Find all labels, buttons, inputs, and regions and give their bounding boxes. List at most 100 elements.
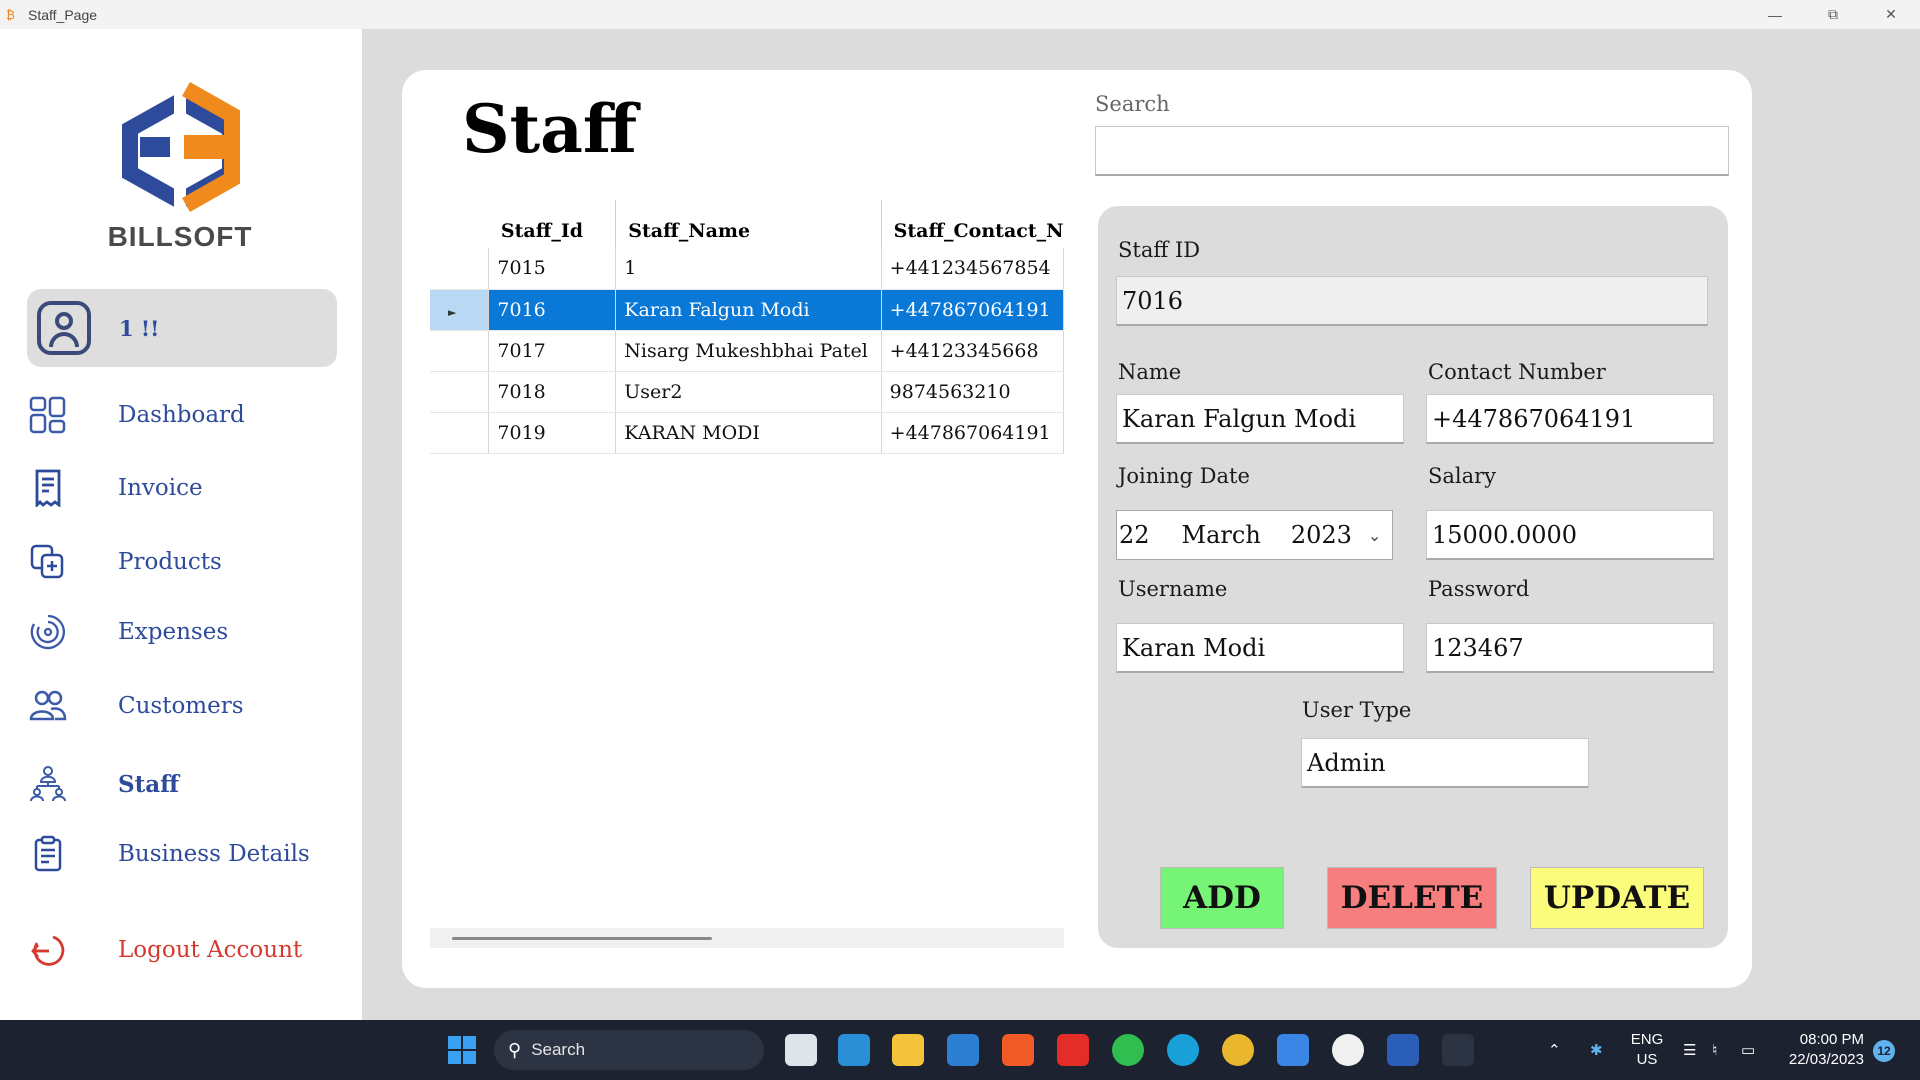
cell-staff-id[interactable]: 7016 bbox=[488, 289, 617, 331]
cell-staff-contact[interactable]: +44123345668 bbox=[881, 330, 1064, 372]
chrome-icon[interactable] bbox=[1222, 1034, 1254, 1066]
sidebar-item-products[interactable]: Products bbox=[28, 540, 222, 584]
table-row[interactable]: 7015 1 +441234567854 bbox=[430, 248, 1064, 290]
row-header-corner bbox=[430, 200, 489, 248]
row-header[interactable] bbox=[430, 412, 490, 454]
youtube-icon[interactable] bbox=[1057, 1034, 1089, 1066]
vscode-icon[interactable] bbox=[947, 1034, 979, 1066]
windows-start-icon[interactable] bbox=[448, 1036, 476, 1064]
minimize-button[interactable]: — bbox=[1746, 0, 1804, 29]
search-input[interactable] bbox=[1095, 126, 1729, 176]
taskbar-search-label: Search bbox=[531, 1040, 586, 1059]
row-header[interactable] bbox=[430, 330, 490, 372]
table-row[interactable]: 7018 User2 9874563210 bbox=[430, 371, 1064, 413]
horizontal-scrollbar[interactable] bbox=[430, 928, 1064, 948]
cell-staff-name[interactable]: 1 bbox=[615, 248, 882, 290]
file-explorer-icon[interactable] bbox=[892, 1034, 924, 1066]
logout-button[interactable]: Logout Account bbox=[28, 928, 302, 972]
chevron-down-icon[interactable]: ⌄ bbox=[1368, 526, 1381, 545]
notification-badge[interactable]: 12 bbox=[1873, 1040, 1895, 1062]
cell-staff-contact[interactable]: 9874563210 bbox=[881, 371, 1064, 413]
table-row[interactable]: ► 7016 Karan Falgun Modi +447867064191 bbox=[430, 289, 1064, 331]
bluetooth-icon[interactable]: ✱ bbox=[1590, 1020, 1603, 1080]
row-header[interactable] bbox=[430, 371, 490, 413]
contact-number-field[interactable]: +447867064191 bbox=[1426, 394, 1714, 444]
column-header-staff-contact[interactable]: Staff_Contact_N bbox=[881, 200, 1064, 248]
cell-staff-id[interactable]: 7019 bbox=[488, 412, 617, 454]
staff-icon bbox=[28, 764, 68, 804]
sidebar-item-label: Dashboard bbox=[118, 402, 245, 428]
cell-staff-name[interactable]: Karan Falgun Modi bbox=[615, 289, 882, 331]
row-header[interactable]: ► bbox=[430, 289, 490, 331]
sidebar-item-dashboard[interactable]: Dashboard bbox=[28, 393, 245, 437]
cell-staff-contact[interactable]: +447867064191 bbox=[881, 289, 1064, 331]
delete-button[interactable]: DELETE bbox=[1327, 867, 1497, 929]
joining-date-picker[interactable]: 22 March 2023 ⌄ bbox=[1116, 510, 1393, 560]
whatsapp-icon[interactable] bbox=[1112, 1034, 1144, 1066]
cell-staff-id[interactable]: 7018 bbox=[488, 371, 617, 413]
user-name: 1 !! bbox=[119, 315, 160, 341]
cell-staff-name[interactable]: KARAN MODI bbox=[615, 412, 882, 454]
username-field[interactable]: Karan Modi bbox=[1116, 623, 1404, 673]
show-hidden-icons-chevron-icon[interactable]: ⌃ bbox=[1548, 1020, 1561, 1080]
add-button[interactable]: ADD bbox=[1160, 867, 1284, 929]
sidebar-item-expenses[interactable]: Expenses bbox=[28, 610, 228, 654]
main-card: Staff Search Staff_Id Staff_Name Staff_C… bbox=[402, 70, 1752, 988]
sidebar-item-invoice[interactable]: Invoice bbox=[28, 466, 203, 510]
staff-grid[interactable]: Staff_Id Staff_Name Staff_Contact_N 7015… bbox=[430, 200, 1064, 720]
close-button[interactable]: ✕ bbox=[1862, 0, 1920, 29]
sidebar-item-business-details[interactable]: Business Details bbox=[28, 832, 310, 876]
sidebar-item-staff[interactable]: Staff bbox=[28, 762, 179, 806]
password-label: Password bbox=[1428, 577, 1530, 601]
restore-button[interactable]: ⧉ bbox=[1804, 0, 1862, 29]
edge-browser-icon[interactable] bbox=[1167, 1034, 1199, 1066]
time-text: 08:00 PM bbox=[1799, 1031, 1864, 1048]
wifi-icon[interactable]: ☰ bbox=[1683, 1020, 1696, 1080]
staff-id-label: Staff ID bbox=[1118, 238, 1201, 262]
cell-staff-contact[interactable]: +447867064191 bbox=[881, 412, 1064, 454]
cell-staff-id[interactable]: 7015 bbox=[488, 248, 617, 290]
cell-staff-name[interactable]: Nisarg Mukeshbhai Patel bbox=[615, 330, 882, 372]
scrollbar-thumb[interactable] bbox=[452, 937, 712, 940]
joining-year[interactable]: 2023 bbox=[1291, 521, 1352, 549]
expenses-icon bbox=[28, 612, 68, 652]
cell-staff-contact[interactable]: +441234567854 bbox=[881, 248, 1064, 290]
user-type-field[interactable]: Admin bbox=[1301, 738, 1589, 788]
task-view-icon[interactable] bbox=[785, 1034, 817, 1066]
battery-icon[interactable]: ▭ bbox=[1741, 1020, 1755, 1080]
table-row[interactable]: 7019 KARAN MODI +447867064191 bbox=[430, 412, 1064, 454]
brave-browser-icon[interactable] bbox=[1002, 1034, 1034, 1066]
cell-staff-id[interactable]: 7017 bbox=[488, 330, 617, 372]
todo-icon[interactable] bbox=[1277, 1034, 1309, 1066]
word-icon[interactable] bbox=[1387, 1034, 1419, 1066]
date-text: 22/03/2023 bbox=[1788, 1051, 1864, 1068]
column-header-staff-name[interactable]: Staff_Name bbox=[615, 200, 882, 248]
products-icon bbox=[28, 542, 68, 582]
table-row[interactable]: 7017 Nisarg Mukeshbhai Patel +4412334566… bbox=[430, 330, 1064, 372]
staff-form-panel: Staff ID 7016 Name Karan Falgun Modi Con… bbox=[1098, 206, 1728, 948]
billsoft-taskbar-icon[interactable] bbox=[1442, 1034, 1474, 1066]
taskbar-search[interactable]: ⚲ Search bbox=[494, 1030, 764, 1070]
cell-staff-name[interactable]: User2 bbox=[615, 371, 882, 413]
brand-name: BILLSOFT bbox=[107, 221, 253, 252]
name-field[interactable]: Karan Falgun Modi bbox=[1116, 394, 1404, 444]
joining-day[interactable]: 22 bbox=[1119, 521, 1150, 549]
update-button[interactable]: UPDATE bbox=[1530, 867, 1704, 929]
salary-field[interactable]: 15000.0000 bbox=[1426, 510, 1714, 560]
row-header[interactable] bbox=[430, 248, 490, 290]
username-label: Username bbox=[1118, 577, 1228, 601]
volume-muted-icon[interactable]: ♮ bbox=[1712, 1020, 1717, 1080]
salary-label: Salary bbox=[1428, 464, 1497, 488]
clock[interactable]: 08:00 PM 22/03/2023 bbox=[1780, 1030, 1864, 1070]
desktop-icon[interactable] bbox=[838, 1034, 870, 1066]
logo-mark-icon bbox=[122, 82, 240, 215]
staff-id-field[interactable]: 7016 bbox=[1116, 276, 1708, 326]
joining-month[interactable]: March bbox=[1182, 521, 1261, 549]
password-field[interactable]: 123467 bbox=[1426, 623, 1714, 673]
sidebar-item-customers[interactable]: Customers bbox=[28, 684, 244, 728]
column-header-staff-id[interactable]: Staff_Id bbox=[488, 200, 617, 248]
user-profile-card[interactable]: 1 !! bbox=[27, 289, 337, 367]
user-type-label: User Type bbox=[1302, 698, 1412, 722]
input-language[interactable]: ENG US bbox=[1630, 1030, 1664, 1070]
app-icon[interactable] bbox=[1332, 1034, 1364, 1066]
